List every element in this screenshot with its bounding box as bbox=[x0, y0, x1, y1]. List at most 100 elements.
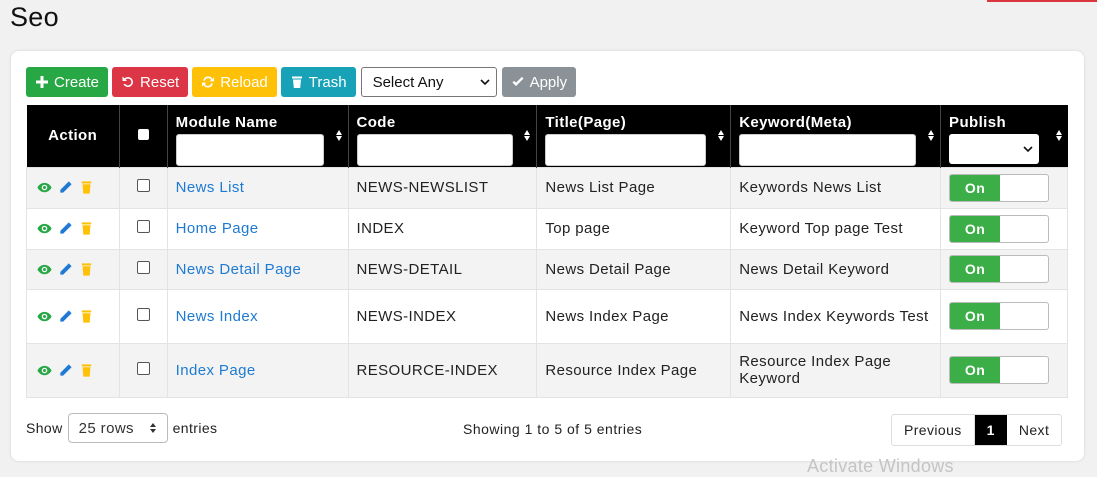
eye-icon[interactable] bbox=[37, 309, 52, 324]
row-checkbox[interactable] bbox=[136, 179, 150, 192]
column-header-code[interactable]: Code bbox=[348, 105, 538, 167]
trash-icon[interactable] bbox=[79, 221, 94, 236]
select-all-checkbox[interactable] bbox=[137, 129, 149, 141]
pencil-icon[interactable] bbox=[58, 221, 73, 236]
trash-icon[interactable] bbox=[79, 180, 94, 195]
column-header-select bbox=[119, 105, 168, 167]
action-header-label: Action bbox=[48, 127, 98, 145]
module-name-cell: News List bbox=[166, 166, 349, 209]
row-actions bbox=[26, 342, 120, 398]
pencil-icon[interactable] bbox=[58, 309, 73, 324]
row-select-cell bbox=[118, 166, 168, 209]
row-select-cell bbox=[118, 207, 168, 250]
module-name-filter-input[interactable] bbox=[175, 134, 324, 166]
publish-cell: On bbox=[940, 288, 1068, 344]
row-checkbox[interactable] bbox=[136, 220, 150, 233]
trash-icon bbox=[291, 76, 302, 88]
reset-label: Reset bbox=[140, 73, 180, 91]
next-page-button[interactable]: Next bbox=[1007, 415, 1061, 445]
sort-icon[interactable] bbox=[1055, 130, 1062, 141]
publish-filter-select[interactable] bbox=[949, 134, 1040, 164]
module-name-link[interactable]: News List bbox=[176, 179, 245, 196]
pencil-icon[interactable] bbox=[58, 180, 73, 195]
page-title: Seo bbox=[10, 2, 59, 32]
code-header-label: Code bbox=[356, 114, 396, 131]
publish-toggle-label: On bbox=[950, 357, 1001, 383]
sort-icon[interactable] bbox=[335, 130, 342, 141]
row-actions bbox=[26, 288, 120, 344]
title-cell: News Index Page bbox=[536, 288, 732, 344]
row-checkbox[interactable] bbox=[136, 361, 150, 375]
title-cell: Top page bbox=[536, 207, 732, 250]
page-1-button[interactable]: 1 bbox=[974, 415, 1007, 445]
sort-icon[interactable] bbox=[928, 130, 935, 141]
reload-button[interactable]: Reload bbox=[192, 67, 277, 97]
chevron-down-icon bbox=[1023, 146, 1033, 153]
eye-icon[interactable] bbox=[37, 221, 52, 236]
rows-per-page-select[interactable]: 25 rows bbox=[67, 413, 168, 443]
show-label: Show bbox=[26, 420, 63, 436]
sort-icon[interactable] bbox=[524, 130, 531, 141]
reset-button[interactable]: Reset bbox=[112, 67, 189, 97]
apply-button[interactable]: Apply bbox=[501, 67, 577, 97]
trash-icon[interactable] bbox=[79, 363, 94, 378]
publish-toggle[interactable]: On bbox=[949, 214, 1050, 243]
create-label: Create bbox=[54, 73, 100, 91]
title-cell: Resource Index Page bbox=[536, 342, 732, 398]
eye-icon[interactable] bbox=[37, 262, 52, 277]
table-row: Index Page RESOURCE-INDEX Resource Index… bbox=[26, 342, 1068, 398]
eye-icon[interactable] bbox=[37, 363, 52, 378]
column-header-publish[interactable]: Publish bbox=[940, 105, 1068, 167]
pencil-icon[interactable] bbox=[58, 363, 73, 378]
row-actions bbox=[26, 166, 120, 209]
row-actions bbox=[26, 207, 120, 250]
module-name-link[interactable]: Index Page bbox=[176, 362, 256, 379]
row-checkbox[interactable] bbox=[136, 260, 150, 274]
trash-button[interactable]: Trash bbox=[280, 67, 356, 97]
module-name-link[interactable]: News Detail Page bbox=[176, 261, 302, 278]
refresh-icon bbox=[202, 76, 215, 88]
bulk-action-select[interactable]: Select Any bbox=[360, 67, 497, 97]
activate-windows-watermark: Activate Windows bbox=[807, 456, 954, 476]
pencil-icon[interactable] bbox=[58, 262, 73, 277]
column-header-title[interactable]: Title(Page) bbox=[536, 105, 732, 167]
create-button[interactable]: Create bbox=[26, 67, 109, 97]
undo-icon bbox=[122, 76, 134, 87]
apply-label: Apply bbox=[529, 73, 568, 91]
row-select-cell bbox=[118, 288, 168, 344]
table-row: News List NEWS-NEWSLIST News List Page K… bbox=[26, 166, 1068, 209]
sort-icon[interactable] bbox=[718, 130, 725, 141]
code-cell: INDEX bbox=[347, 207, 538, 250]
eye-icon[interactable] bbox=[37, 180, 52, 195]
code-filter-input[interactable] bbox=[356, 134, 513, 166]
toolbar: Create Reset Reload Trash Select Any App… bbox=[26, 67, 577, 97]
publish-toggle[interactable]: On bbox=[949, 302, 1050, 330]
column-header-module-name[interactable]: Module Name bbox=[167, 105, 349, 167]
row-actions bbox=[26, 248, 120, 290]
sort-updown-icon bbox=[149, 423, 156, 433]
keyword-cell: Keyword Top page Test bbox=[730, 207, 942, 250]
page-length-control: Show 25 rows entries bbox=[26, 413, 217, 443]
module-name-link[interactable]: Home Page bbox=[176, 220, 259, 237]
trash-label: Trash bbox=[308, 73, 347, 91]
check-icon bbox=[512, 76, 524, 86]
plus-icon bbox=[36, 76, 48, 88]
trash-icon[interactable] bbox=[79, 309, 94, 324]
code-cell: RESOURCE-INDEX bbox=[347, 342, 538, 398]
row-checkbox[interactable] bbox=[136, 307, 150, 321]
module-name-link[interactable]: News Index bbox=[176, 308, 258, 325]
publish-toggle[interactable]: On bbox=[949, 173, 1050, 202]
column-header-action: Action bbox=[26, 105, 120, 167]
previous-page-button[interactable]: Previous bbox=[892, 415, 975, 445]
module-name-cell: News Detail Page bbox=[166, 248, 349, 290]
title-filter-input[interactable] bbox=[545, 134, 707, 166]
keyword-filter-input[interactable] bbox=[739, 134, 917, 166]
trash-icon[interactable] bbox=[79, 262, 94, 277]
publish-toggle[interactable]: On bbox=[949, 255, 1050, 283]
module-name-cell: News Index bbox=[166, 288, 349, 344]
publish-toggle-label: On bbox=[950, 215, 1001, 242]
column-header-keyword[interactable]: Keyword(Meta) bbox=[730, 105, 942, 167]
rows-per-page-value: 25 rows bbox=[78, 419, 134, 437]
publish-toggle[interactable]: On bbox=[949, 356, 1050, 384]
table-row: Home Page INDEX Top page Keyword Top pag… bbox=[26, 207, 1068, 250]
